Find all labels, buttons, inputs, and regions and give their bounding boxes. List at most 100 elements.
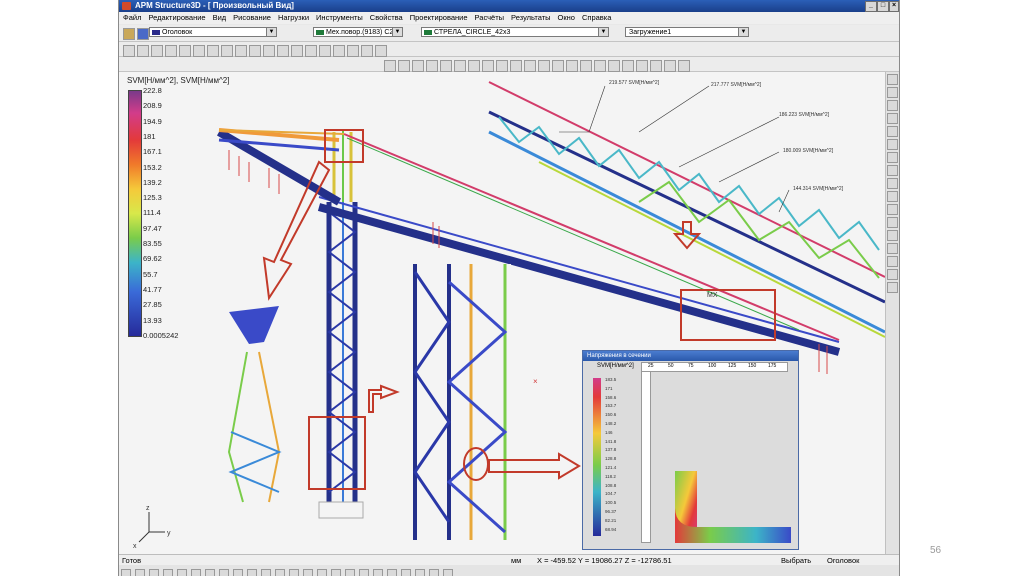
paste-icon[interactable] <box>207 44 219 57</box>
menu-design[interactable]: Проектирование <box>410 13 468 22</box>
wireframe-icon[interactable] <box>361 44 373 57</box>
fillet-icon[interactable] <box>359 568 369 576</box>
redo-icon[interactable] <box>235 44 247 57</box>
calculate-icon[interactable] <box>580 59 593 72</box>
dimension-icon[interactable] <box>401 568 411 576</box>
label-icon[interactable] <box>887 204 898 215</box>
view-top-icon[interactable] <box>887 87 898 98</box>
fit-icon[interactable] <box>305 44 317 57</box>
plate-icon[interactable] <box>412 59 425 72</box>
offset-icon[interactable] <box>345 568 355 576</box>
scale-icon[interactable] <box>887 243 898 254</box>
menu-tools[interactable]: Инструменты <box>316 13 363 22</box>
menu-loads[interactable]: Нагрузки <box>278 13 309 22</box>
load-combo[interactable]: Загружение1 ▼ <box>625 27 749 37</box>
polar-icon[interactable] <box>191 568 201 576</box>
zoom-in-icon[interactable] <box>249 44 261 57</box>
menu-window[interactable]: Окно <box>558 13 575 22</box>
number-icon[interactable] <box>887 217 898 228</box>
local-axes-icon[interactable] <box>887 230 898 241</box>
delete-icon[interactable] <box>524 59 537 72</box>
zoom-out-icon[interactable] <box>263 44 275 57</box>
maximize-button[interactable]: □ <box>877 1 889 12</box>
hatch-icon[interactable] <box>387 568 397 576</box>
layer-icon[interactable] <box>429 568 439 576</box>
show-icon[interactable] <box>887 191 898 202</box>
distributed-load-icon[interactable] <box>468 59 481 72</box>
layer-combo[interactable]: Оголовок ▼ <box>149 27 277 37</box>
circle-icon[interactable] <box>261 568 271 576</box>
arc-icon[interactable] <box>247 568 257 576</box>
menu-results[interactable]: Результаты <box>511 13 551 22</box>
rotate-icon[interactable] <box>291 44 303 57</box>
arrow-icon[interactable] <box>887 269 898 280</box>
shade-icon[interactable] <box>887 126 898 137</box>
settings-icon[interactable] <box>678 59 691 72</box>
material-combo[interactable]: Мех.повор.(9183) С2 ▼ <box>313 27 403 37</box>
properties-icon[interactable] <box>375 44 387 57</box>
animation-icon[interactable] <box>636 59 649 72</box>
results-icon[interactable] <box>594 59 607 72</box>
window-select-icon[interactable] <box>219 568 229 576</box>
copy-array-icon[interactable] <box>510 59 523 72</box>
view-side-icon[interactable] <box>887 100 898 111</box>
section-view-icon[interactable] <box>887 152 898 163</box>
deformation-icon[interactable] <box>622 59 635 72</box>
view-iso-icon[interactable] <box>887 113 898 124</box>
hinge-icon[interactable] <box>566 59 579 72</box>
stress-map-icon[interactable] <box>608 59 621 72</box>
snap-end-icon[interactable] <box>149 568 159 576</box>
light-icon[interactable] <box>887 139 898 150</box>
colors-icon[interactable] <box>137 27 149 40</box>
snap-grid-icon[interactable] <box>163 568 173 576</box>
hide-icon[interactable] <box>887 178 898 189</box>
viewport-3d[interactable]: SVM[Н/мм^2], SVM[Н/мм^2] 222.8 208.9 194.9… <box>119 72 885 554</box>
polyline-icon[interactable] <box>289 568 299 576</box>
rod-icon[interactable] <box>398 59 411 72</box>
cut-icon[interactable] <box>179 44 191 57</box>
layers-icon[interactable] <box>123 27 135 40</box>
section-combo[interactable]: СТРЕЛА_CIRCLE_42x3 ▼ <box>421 27 609 37</box>
support-icon[interactable] <box>426 59 439 72</box>
copy-icon[interactable] <box>193 44 205 57</box>
move-icon[interactable] <box>496 59 509 72</box>
menu-help[interactable]: Справка <box>582 13 611 22</box>
measure-icon[interactable] <box>538 59 551 72</box>
menu-file[interactable]: Файл <box>123 13 141 22</box>
report-icon[interactable] <box>650 59 663 72</box>
ortho-icon[interactable] <box>177 568 187 576</box>
menu-edit[interactable]: Редактирование <box>148 13 205 22</box>
legend-icon[interactable] <box>887 256 898 267</box>
snap-node-icon[interactable] <box>121 568 131 576</box>
render-icon[interactable] <box>347 44 359 57</box>
chamfer-icon[interactable] <box>373 568 383 576</box>
snap-mid-icon[interactable] <box>135 568 145 576</box>
menu-calculations[interactable]: Расчёты <box>475 13 505 22</box>
filter-icon[interactable] <box>887 165 898 176</box>
print-icon[interactable] <box>165 44 177 57</box>
close-button[interactable]: × <box>889 1 899 12</box>
select-icon[interactable] <box>205 568 215 576</box>
minimize-button[interactable]: _ <box>865 1 877 12</box>
spline-icon[interactable] <box>303 568 313 576</box>
section-stress-window[interactable]: Напряжения в сечении SVM[Н/мм^2] 183.5 17… <box>582 350 799 550</box>
menu-draw[interactable]: Рисование <box>233 13 271 22</box>
undo-icon[interactable] <box>221 44 233 57</box>
view-front-icon[interactable] <box>887 74 898 85</box>
force-icon[interactable] <box>440 59 453 72</box>
check-icon[interactable] <box>664 59 677 72</box>
new-icon[interactable] <box>123 44 135 57</box>
block-icon[interactable] <box>415 568 425 576</box>
line-icon[interactable] <box>233 568 243 576</box>
menu-properties[interactable]: Свойства <box>370 13 403 22</box>
grid-icon[interactable] <box>319 44 331 57</box>
section-icon[interactable] <box>552 59 565 72</box>
snap-icon[interactable] <box>333 44 345 57</box>
open-icon[interactable] <box>137 44 149 57</box>
color-icon[interactable] <box>443 568 453 576</box>
menu-view[interactable]: Вид <box>213 13 227 22</box>
save-icon[interactable] <box>151 44 163 57</box>
trim-icon[interactable] <box>317 568 327 576</box>
extend-icon[interactable] <box>331 568 341 576</box>
pan-icon[interactable] <box>277 44 289 57</box>
